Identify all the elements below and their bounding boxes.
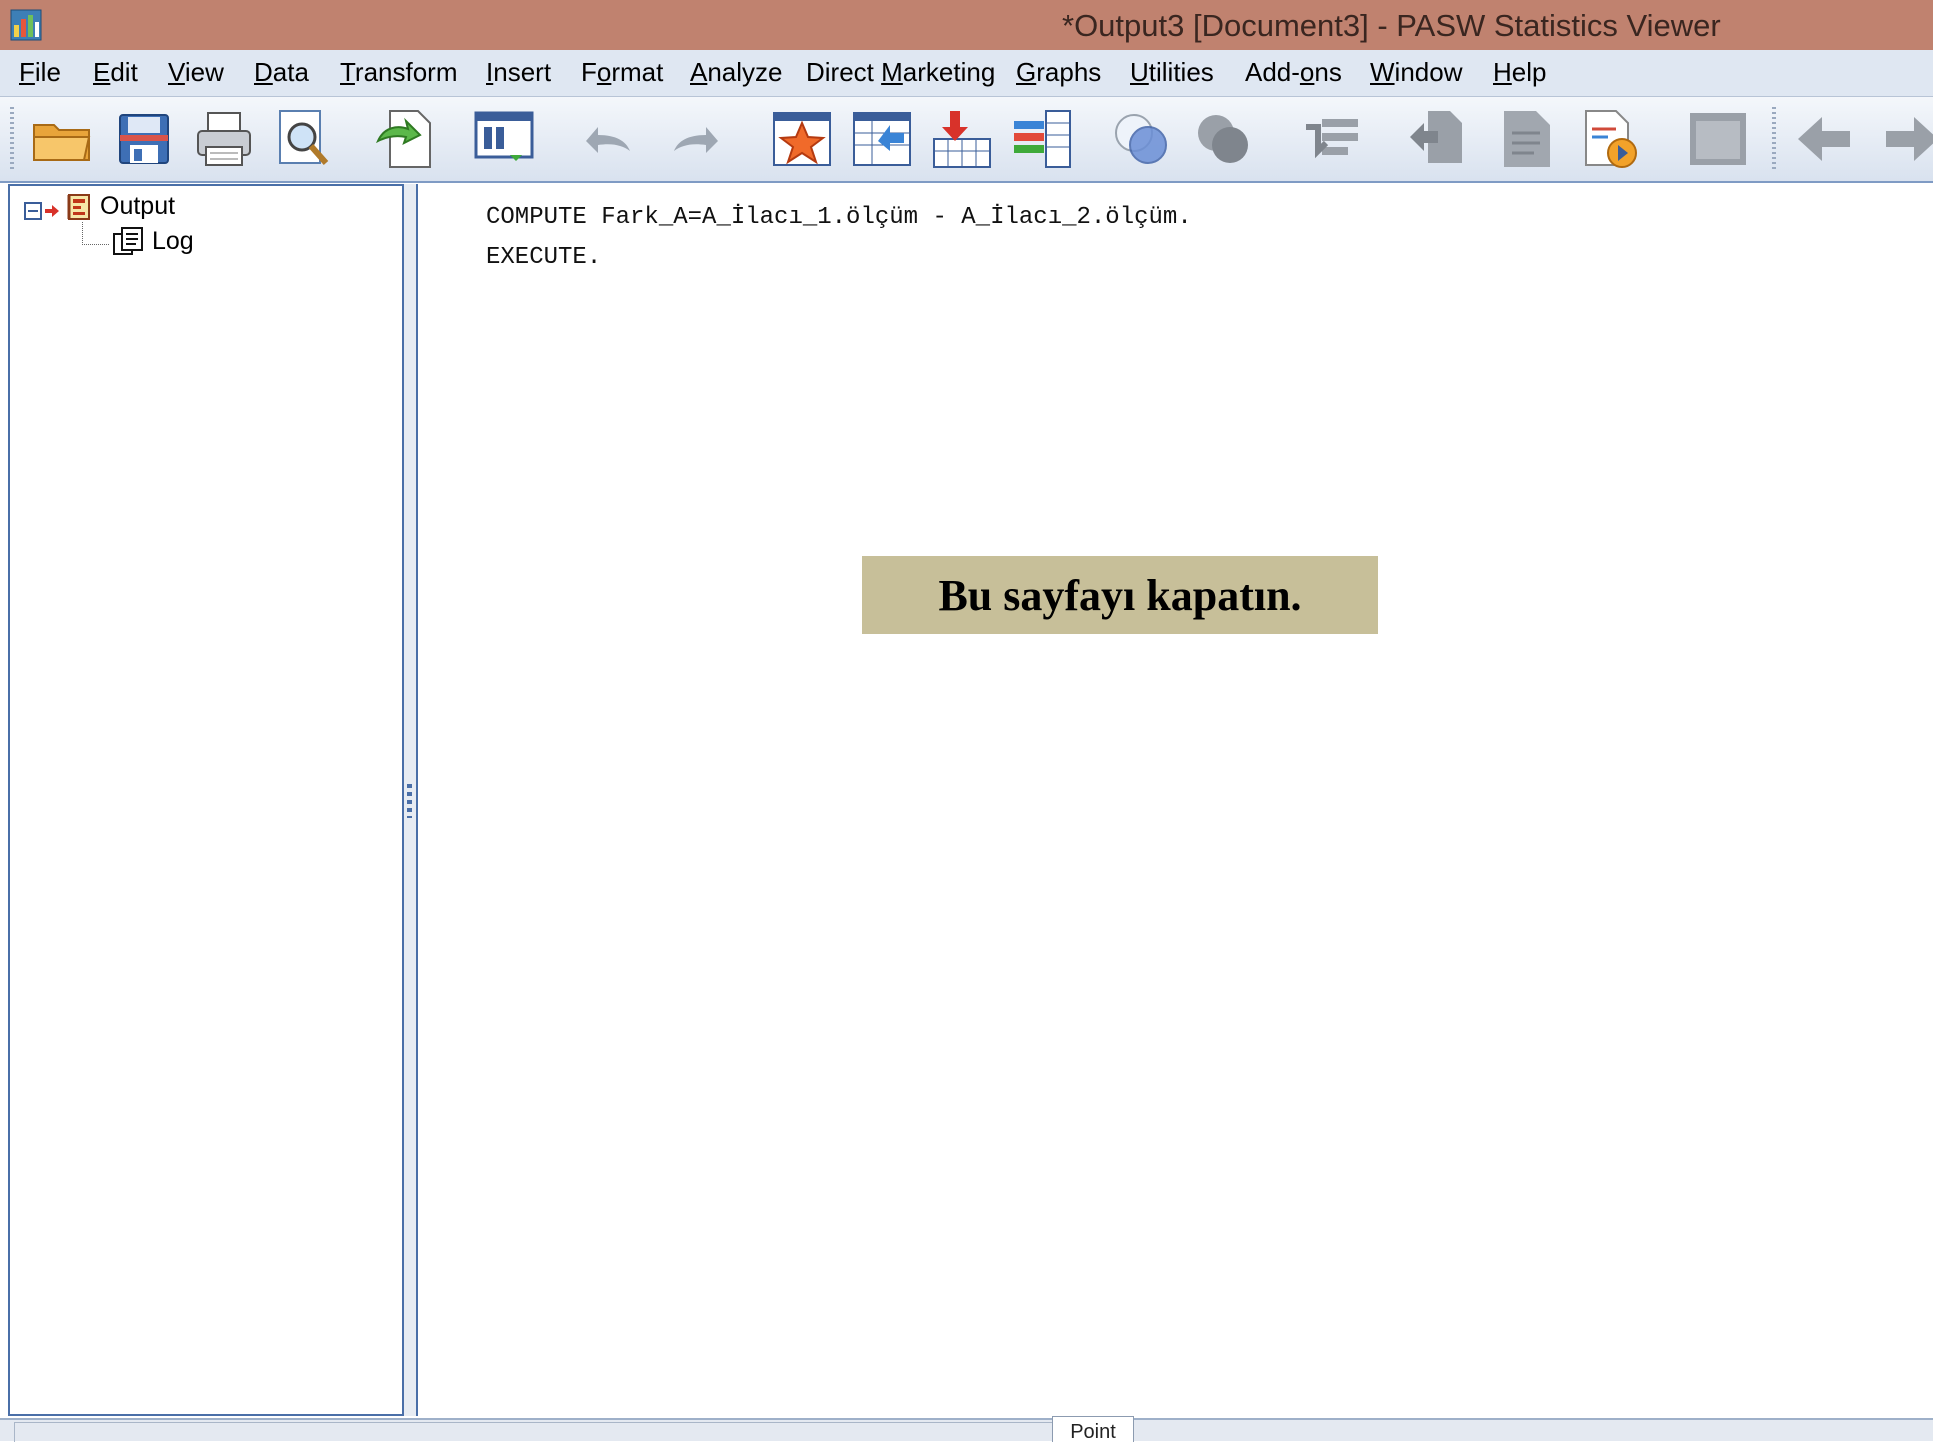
- title-bar: *Output3 [Document3] - PASW Statistics V…: [0, 0, 1933, 51]
- show-hide-icon[interactable]: [1686, 107, 1750, 171]
- print-icon[interactable]: [192, 107, 256, 171]
- toolbar-grip[interactable]: [10, 107, 14, 171]
- toolbar-grip-2[interactable]: [1772, 107, 1776, 171]
- tree-item-output[interactable]: Output: [24, 192, 175, 221]
- menu-data[interactable]: Data: [254, 57, 309, 88]
- log-line-compute[interactable]: COMPUTE Fark_A=A_İlacı_1.ölçüm - A_İlacı…: [486, 204, 1192, 231]
- run-script-icon[interactable]: [1578, 107, 1642, 171]
- tree-connector: [82, 222, 109, 245]
- insert-cases-icon[interactable]: [930, 107, 994, 171]
- menu-bar: File Edit View Data Transform Insert For…: [0, 50, 1933, 97]
- open-folder-icon[interactable]: [30, 107, 94, 171]
- forward-icon[interactable]: [1880, 107, 1933, 171]
- tree-label-log: Log: [152, 226, 194, 255]
- tree-label-output: Output: [100, 192, 176, 220]
- splitter-grip[interactable]: [407, 784, 412, 818]
- designate-window-icon[interactable]: [1300, 107, 1364, 171]
- recall-dialog-icon[interactable]: [472, 107, 536, 171]
- log-line-execute[interactable]: EXECUTE.: [486, 244, 601, 271]
- status-tab[interactable]: Point: [1052, 1416, 1134, 1442]
- menu-analyze[interactable]: Analyze: [690, 57, 783, 88]
- goto-case-icon[interactable]: [850, 107, 914, 171]
- select-cases-icon[interactable]: [1110, 107, 1174, 171]
- menu-insert[interactable]: Insert: [486, 57, 551, 88]
- collapse-icon[interactable]: [24, 198, 42, 220]
- tree-item-log[interactable]: Log: [112, 226, 194, 256]
- redo-icon[interactable]: [664, 107, 728, 171]
- menu-utilities[interactable]: Utilities: [1130, 57, 1214, 88]
- menu-view[interactable]: View: [168, 57, 224, 88]
- output-book-icon: [66, 193, 92, 221]
- print-preview-icon[interactable]: [272, 107, 336, 171]
- content-pane[interactable]: COMPUTE Fark_A=A_İlacı_1.ölçüm - A_İlacı…: [418, 184, 1933, 1416]
- menu-edit[interactable]: Edit: [93, 57, 138, 88]
- weight-cases-icon[interactable]: [1192, 107, 1256, 171]
- pane-splitter[interactable]: [404, 184, 418, 1416]
- menu-format[interactable]: Format: [581, 57, 663, 88]
- demote-icon[interactable]: [1494, 107, 1558, 171]
- goto-data-icon[interactable]: [770, 107, 834, 171]
- status-bar: Point: [0, 1416, 1933, 1442]
- instruction-callout: Bu sayfayı kapatın.: [862, 556, 1378, 634]
- variables-icon[interactable]: [1010, 107, 1074, 171]
- menu-file[interactable]: File: [19, 57, 61, 88]
- window-title: *Output3 [Document3] - PASW Statistics V…: [1062, 8, 1721, 43]
- pasw-viewer-icon[interactable]: [10, 9, 42, 41]
- menu-transform[interactable]: Transform: [340, 57, 458, 88]
- undo-icon[interactable]: [576, 107, 640, 171]
- export-icon[interactable]: [372, 107, 436, 171]
- menu-graphs[interactable]: Graphs: [1016, 57, 1101, 88]
- save-icon[interactable]: [112, 107, 176, 171]
- log-icon: [112, 226, 146, 256]
- menu-help[interactable]: Help: [1493, 57, 1546, 88]
- toolbar: [0, 97, 1933, 183]
- menu-direct-marketing[interactable]: Direct Marketing: [806, 57, 995, 88]
- back-icon[interactable]: [1792, 107, 1856, 171]
- menu-window[interactable]: Window: [1370, 57, 1462, 88]
- status-field: [14, 1422, 1056, 1442]
- promote-icon[interactable]: [1404, 107, 1468, 171]
- arrow-right-icon: [44, 198, 60, 217]
- menu-add-ons[interactable]: Add-ons: [1245, 57, 1342, 88]
- outline-pane[interactable]: Output Log: [8, 184, 404, 1416]
